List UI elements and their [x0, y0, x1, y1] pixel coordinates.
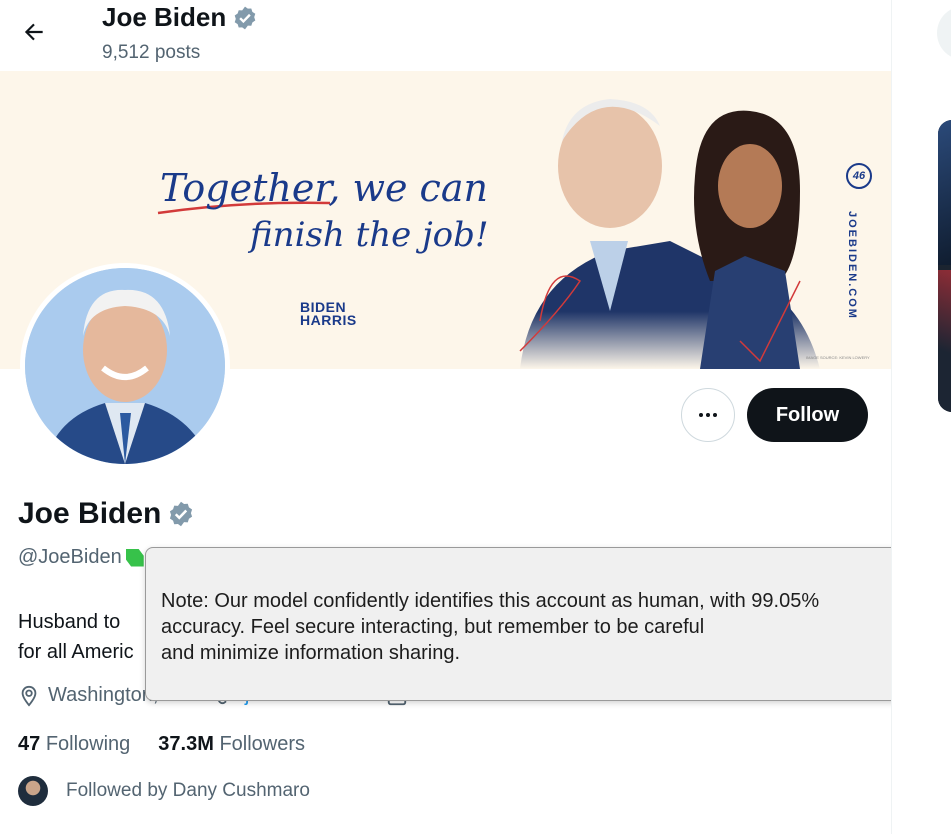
back-button[interactable]	[14, 12, 54, 52]
bot-detection-note: Note: Our model confidently identifies t…	[145, 547, 891, 701]
note-text: Note: Our model confidently identifies t…	[161, 590, 820, 664]
avatar-portrait	[25, 268, 225, 464]
bio-line1: Husband to	[18, 611, 121, 633]
follower-avatar	[18, 776, 48, 806]
verified-badge-icon	[234, 6, 256, 29]
more-options-button[interactable]	[681, 388, 735, 442]
profile-bio: Husband to for all Americ	[18, 607, 158, 667]
bio-line2: for all Americ	[18, 641, 134, 663]
followers-label: Followers	[219, 733, 306, 755]
followers-count: 37.3M	[158, 733, 214, 755]
slogan-line1: Together, we can	[160, 166, 488, 210]
banner-credit: IMAGE SOURCE: KEVIN LOWERY	[806, 355, 870, 360]
more-dots-icon	[699, 413, 717, 417]
media-thumbnail-1	[938, 120, 951, 265]
avatar[interactable]	[20, 263, 230, 469]
followed-by[interactable]: Followed by Dany Cushmaro	[18, 776, 310, 806]
header-name-text: Joe Biden	[102, 2, 227, 32]
following-link[interactable]: 47 Following	[18, 733, 130, 756]
profile-name-text: Joe Biden	[18, 497, 162, 530]
badge-46: 46	[846, 163, 872, 189]
handle-text: @JoeBiden	[18, 546, 122, 568]
follow-counts: 47 Following 37.3M Followers	[18, 733, 305, 756]
campaign-logo: BIDEN HARRIS	[300, 300, 357, 328]
following-count: 47	[18, 733, 41, 755]
arrow-left-icon	[24, 23, 43, 41]
slogan-line2: finish the job!	[247, 215, 489, 255]
search-box[interactable]	[937, 6, 951, 60]
location-pin-icon	[21, 685, 37, 707]
avatar-photo	[25, 268, 225, 464]
trending-media-card[interactable]	[938, 120, 951, 412]
follow-button[interactable]: Follow	[747, 388, 868, 442]
profile-handle: @JoeBiden	[18, 546, 144, 569]
logo-bottom: HARRIS	[300, 312, 357, 328]
right-sidebar	[893, 0, 951, 834]
profile-header: Joe Biden 9,512 posts	[0, 0, 891, 70]
header-title: Joe Biden	[102, 2, 258, 33]
banner-website: JOEBIDEN.COM	[846, 211, 858, 320]
followed-by-text: Followed by Dany Cushmaro	[66, 780, 310, 801]
following-label: Following	[45, 733, 131, 755]
candidates-photo	[519, 99, 820, 369]
media-thumbnail-2	[938, 270, 951, 412]
profile-name: Joe Biden	[18, 497, 195, 531]
bot-check-icon	[125, 548, 144, 567]
profile-column: Joe Biden 9,512 posts Together, we can f…	[0, 0, 892, 834]
post-count: 9,512 posts	[102, 42, 201, 63]
verified-badge-icon[interactable]	[167, 500, 195, 528]
followers-link[interactable]: 37.3M Followers	[158, 733, 305, 756]
slogan-script: Together, we can finish the job!	[157, 166, 489, 255]
